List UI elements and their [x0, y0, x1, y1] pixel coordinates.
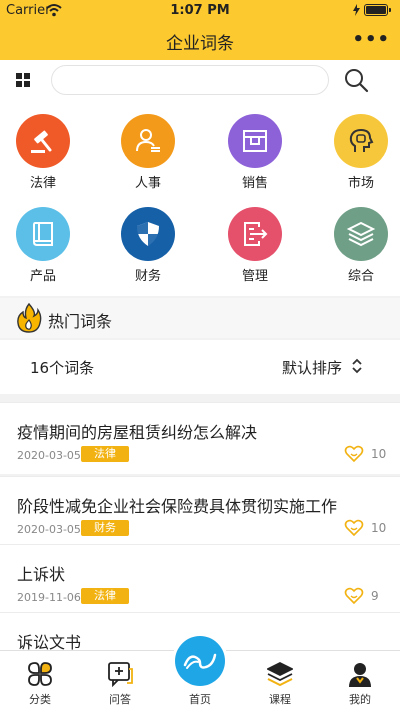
status-time: 1:07 PM — [170, 3, 230, 18]
tab-label: 我的 — [349, 693, 371, 706]
category-label: 综合 — [347, 269, 374, 284]
item-title: 阶段性减免企业社会保险费具体贯彻实施工作 — [17, 497, 338, 516]
list-item[interactable]: 阶段性减免企业社会保险费具体贯彻实施工作 2020-03-05 财务 10 — [0, 476, 400, 548]
like-count: 9 — [371, 589, 379, 603]
hot-section-header: 热门词条 — [0, 298, 400, 338]
category-general[interactable]: 综合 — [321, 207, 400, 287]
item-count: 16个词条 — [30, 359, 95, 377]
category-label: 销售 — [241, 176, 268, 191]
page-title: 企业词条 — [166, 34, 234, 54]
gavel-icon — [16, 114, 70, 168]
layers-icon — [334, 207, 388, 261]
search-input[interactable] — [51, 65, 329, 95]
category-finance[interactable]: 财务 — [108, 207, 188, 287]
charging-icon — [353, 4, 360, 16]
item-tag: 财务 — [81, 520, 129, 536]
item-title: 疫情期间的房屋租赁纠纷怎么解决 — [17, 423, 258, 442]
heart-icon[interactable] — [344, 587, 364, 605]
category-label: 法律 — [29, 176, 56, 191]
item-date: 2020-03-05 — [17, 523, 81, 536]
category-grid: 法律 人事 销售 市场 产品 财务 管理 综合 — [0, 100, 400, 296]
tab-label: 首页 — [189, 693, 211, 706]
more-button[interactable]: ••• — [352, 29, 390, 50]
sort-bar: 16个词条 默认排序 — [0, 340, 400, 394]
item-date: 2019-11-06 — [17, 591, 81, 604]
item-title: 上诉状 — [17, 565, 66, 584]
list-item[interactable]: 疫情期间的房屋租赁纠纷怎么解决 2020-03-05 法律 10 — [0, 402, 400, 474]
item-tag: 法律 — [81, 588, 129, 604]
tab-label: 课程 — [269, 693, 291, 706]
head-icon — [334, 114, 388, 168]
category-hr[interactable]: 人事 — [108, 114, 188, 194]
category-product[interactable]: 产品 — [3, 207, 83, 287]
tab-label: 问答 — [109, 693, 131, 706]
hot-section-title: 热门词条 — [48, 312, 113, 331]
export-icon — [228, 207, 282, 261]
battery-icon — [364, 4, 391, 16]
item-date: 2020-03-05 — [17, 449, 81, 462]
chevron-updown-icon[interactable] — [352, 356, 362, 376]
tab-category[interactable]: 分类 — [0, 651, 80, 710]
search-icon[interactable] — [343, 67, 369, 93]
person-icon — [121, 114, 175, 168]
shield-icon — [121, 207, 175, 261]
book-icon — [16, 207, 70, 261]
tab-qa[interactable]: 问答 — [80, 651, 160, 710]
category-label: 市场 — [347, 176, 374, 191]
sort-dropdown[interactable]: 默认排序 — [282, 357, 342, 378]
category-label: 产品 — [29, 269, 56, 284]
tab-profile[interactable]: 我的 — [320, 651, 400, 710]
box-icon — [228, 114, 282, 168]
like-count: 10 — [371, 447, 387, 461]
home-icon — [183, 653, 217, 669]
category-icon — [28, 662, 52, 686]
item-tag: 法律 — [81, 446, 129, 462]
category-sales[interactable]: 销售 — [215, 114, 295, 194]
category-market[interactable]: 市场 — [321, 114, 400, 194]
tab-course[interactable]: 课程 — [240, 651, 320, 710]
category-label: 财务 — [134, 269, 161, 284]
entry-list: 疫情期间的房屋租赁纠纷怎么解决 2020-03-05 法律 10 阶段性减免企业… — [0, 394, 400, 650]
like-count: 10 — [371, 521, 387, 535]
status-bar: Carrier 1:07 PM — [0, 0, 400, 20]
category-label: 管理 — [241, 269, 268, 284]
qa-icon — [108, 662, 133, 687]
search-row — [0, 60, 400, 100]
category-management[interactable]: 管理 — [215, 207, 295, 287]
nav-bar: 企业词条 ••• — [0, 20, 400, 60]
home-button[interactable] — [175, 636, 225, 686]
heart-icon[interactable] — [344, 519, 364, 537]
category-label: 人事 — [134, 176, 161, 191]
profile-icon — [349, 663, 371, 687]
grid-icon[interactable] — [16, 73, 30, 87]
tab-label: 分类 — [29, 693, 51, 706]
flame-icon — [17, 302, 42, 333]
list-item[interactable]: 上诉状 2019-11-06 法律 9 — [0, 544, 400, 616]
heart-icon[interactable] — [344, 445, 364, 463]
category-legal[interactable]: 法律 — [3, 114, 83, 194]
course-icon — [267, 661, 293, 687]
item-title: 诉讼文书 — [17, 633, 82, 650]
